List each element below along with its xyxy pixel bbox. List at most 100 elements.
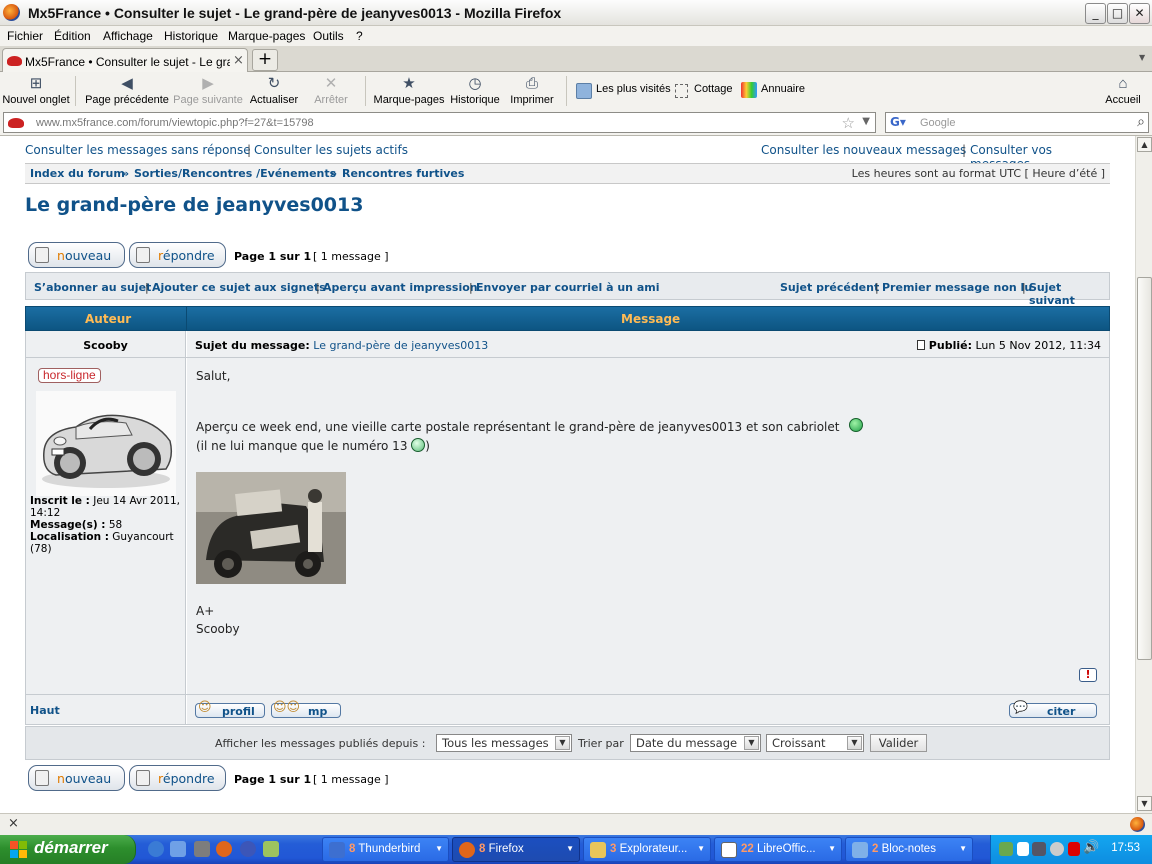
- vintage-car-photo[interactable]: [196, 472, 346, 584]
- app-quicklaunch-icon[interactable]: [263, 841, 279, 857]
- scroll-down-icon[interactable]: ▼: [1137, 796, 1152, 811]
- print-button[interactable]: ⎙ Imprimer: [508, 72, 556, 110]
- new-tab-toolbar-button[interactable]: ⊞ Nouvel onglet: [2, 72, 70, 110]
- libreoffice-label: LibreOffic...: [757, 843, 816, 855]
- address-bar[interactable]: www.mx5france.com/forum/viewtopic.php?f=…: [3, 112, 876, 133]
- forward-button[interactable]: ▶ Page suivante: [172, 72, 244, 110]
- link-active-topics[interactable]: Consulter les sujets actifs: [254, 143, 408, 157]
- back-to-top-link[interactable]: Haut: [30, 704, 60, 717]
- history-button[interactable]: ◷ Historique: [449, 72, 501, 110]
- bookmark-annuaire[interactable]: Annuaire: [761, 83, 805, 95]
- crumb-sorties[interactable]: Sorties/Rencontres /Evénements: [134, 167, 336, 180]
- vertical-scrollbar[interactable]: ▲ ▼: [1135, 136, 1152, 813]
- taskbar-explorer[interactable]: 3 Explorateur... ▼: [583, 837, 711, 862]
- display-since-select[interactable]: Tous les messages ▼: [436, 734, 572, 752]
- post-link-icon[interactable]: [917, 340, 926, 350]
- taskbar-firefox[interactable]: 8 Firefox ▼: [452, 837, 580, 862]
- reply-label: épondre: [162, 771, 215, 786]
- topic-title[interactable]: Le grand-père de jeanyves0013: [25, 194, 363, 216]
- close-window-button[interactable]: ✕: [1129, 3, 1150, 24]
- subject-label: Sujet du message:: [195, 339, 310, 352]
- menu-fichier[interactable]: Fichier: [7, 29, 43, 43]
- menu-marque-pages[interactable]: Marque-pages: [228, 29, 305, 43]
- tab-close-icon[interactable]: ×: [233, 53, 244, 68]
- menu-affichage[interactable]: Affichage: [103, 29, 153, 43]
- back-button[interactable]: ◀ Page précédente: [84, 72, 170, 110]
- reply-icon: [136, 770, 150, 786]
- google-engine-icon[interactable]: G▾: [890, 115, 906, 129]
- menu-edition[interactable]: Édition: [54, 29, 91, 43]
- reply-button-bottom[interactable]: répondre: [129, 765, 226, 791]
- firefox-quicklaunch-icon[interactable]: [216, 841, 232, 857]
- start-button[interactable]: démarrer: [0, 835, 136, 864]
- scroll-thumb[interactable]: [1137, 277, 1152, 660]
- first-unread-link[interactable]: Premier message non lu: [882, 281, 1032, 294]
- next-topic-link[interactable]: Sujet suivant: [1029, 281, 1109, 307]
- new-topic-icon: [35, 247, 49, 263]
- private-message-button[interactable]: ☺☺ mp: [271, 700, 341, 718]
- ie-quicklaunch-icon-2[interactable]: [170, 841, 186, 857]
- tab-list-icon[interactable]: ▼: [1139, 53, 1145, 62]
- sort-direction-select[interactable]: Croissant ▼: [766, 734, 864, 752]
- crumb-rencontres[interactable]: Rencontres furtives: [342, 167, 464, 180]
- reply-button[interactable]: répondre: [129, 242, 226, 268]
- new-topic-button[interactable]: nouveau: [28, 242, 125, 268]
- url-text[interactable]: www.mx5france.com/forum/viewtopic.php?f=…: [36, 117, 314, 129]
- bookmark-most-visited[interactable]: Les plus visités: [596, 83, 671, 95]
- stop-button[interactable]: ✕ Arrêter: [308, 72, 354, 110]
- profile-button-label: profil: [222, 705, 255, 718]
- home-button[interactable]: ⌂ Accueil: [1102, 72, 1144, 110]
- link-unanswered[interactable]: Consulter les messages sans réponse: [25, 143, 251, 157]
- taskbar-notepad[interactable]: 2 Bloc-notes ▼: [845, 837, 973, 862]
- ie-quicklaunch-icon[interactable]: [148, 841, 164, 857]
- tab-active[interactable]: Mx5France • Consulter le sujet - Le gran…: [2, 48, 248, 73]
- reload-button[interactable]: ↻ Actualiser: [247, 72, 301, 110]
- bookmark-cottage[interactable]: Cottage: [694, 83, 733, 95]
- url-dropdown-icon[interactable]: ▼: [862, 116, 870, 127]
- new-topic-button-bottom[interactable]: nouveau: [28, 765, 125, 791]
- email-friend-link[interactable]: Envoyer par courriel à un ami: [476, 281, 660, 294]
- new-tab-button[interactable]: +: [252, 49, 278, 71]
- desktop-quicklaunch-icon[interactable]: [194, 841, 210, 857]
- search-box[interactable]: G▾ Google ⌕: [885, 112, 1149, 133]
- subscribe-link[interactable]: S’abonner au sujet: [34, 281, 151, 294]
- print-label: Imprimer: [510, 94, 554, 106]
- bookmark-topic-link[interactable]: Ajouter ce sujet aux signets: [152, 281, 326, 294]
- print-view-link[interactable]: Aperçu avant impression: [323, 281, 478, 294]
- menu-outils[interactable]: Outils: [313, 29, 344, 43]
- antivirus-icon[interactable]: [1068, 842, 1080, 856]
- taskbar-thunderbird[interactable]: 8 Thunderbird ▼: [322, 837, 449, 862]
- post-author-name[interactable]: Scooby: [26, 339, 185, 352]
- apply-sort-button[interactable]: Valider: [870, 734, 927, 752]
- user-avatar[interactable]: [36, 391, 176, 496]
- chevron-down-icon: ▼: [847, 736, 862, 750]
- tray-network-icon[interactable]: [1032, 842, 1046, 856]
- tray-app-icon[interactable]: [999, 842, 1013, 856]
- minimize-button[interactable]: _: [1085, 3, 1106, 24]
- sort-by-select[interactable]: Date du message ▼: [630, 734, 761, 752]
- scroll-up-icon[interactable]: ▲: [1137, 137, 1152, 152]
- close-statusbar-icon[interactable]: ×: [8, 816, 19, 831]
- menu-historique[interactable]: Historique: [164, 29, 218, 43]
- media-quicklaunch-icon[interactable]: [240, 841, 256, 857]
- previous-topic-link[interactable]: Sujet précédent: [780, 281, 879, 294]
- crumb-index[interactable]: Index du forum: [30, 167, 125, 180]
- history-clock-icon: ◷: [468, 75, 482, 92]
- report-post-icon[interactable]: !: [1079, 668, 1097, 682]
- bookmarks-button[interactable]: ★ Marque-pages: [372, 72, 446, 110]
- maximize-button[interactable]: □: [1107, 3, 1128, 24]
- tray-doc-icon[interactable]: [1017, 842, 1029, 856]
- search-icon[interactable]: ⌕: [1137, 114, 1145, 130]
- bookmark-star-icon[interactable]: ☆: [842, 114, 855, 132]
- clock: 17:53: [1111, 842, 1140, 854]
- quote-button[interactable]: 💬 citer: [1009, 700, 1097, 718]
- document-icon: [721, 842, 737, 858]
- tray-disk-icon[interactable]: [1050, 842, 1064, 856]
- volume-icon[interactable]: 🔊: [1083, 840, 1099, 855]
- link-new-posts[interactable]: Consulter les nouveaux messages: [761, 143, 966, 157]
- taskbar-libreoffice[interactable]: 22 LibreOffic... ▼: [714, 837, 842, 862]
- menu-help[interactable]: ?: [356, 29, 363, 43]
- profile-button[interactable]: ☺ profil: [195, 700, 265, 718]
- firefox-addon-icon[interactable]: [1130, 817, 1145, 832]
- post-subject-link[interactable]: Le grand-père de jeanyves0013: [313, 339, 488, 352]
